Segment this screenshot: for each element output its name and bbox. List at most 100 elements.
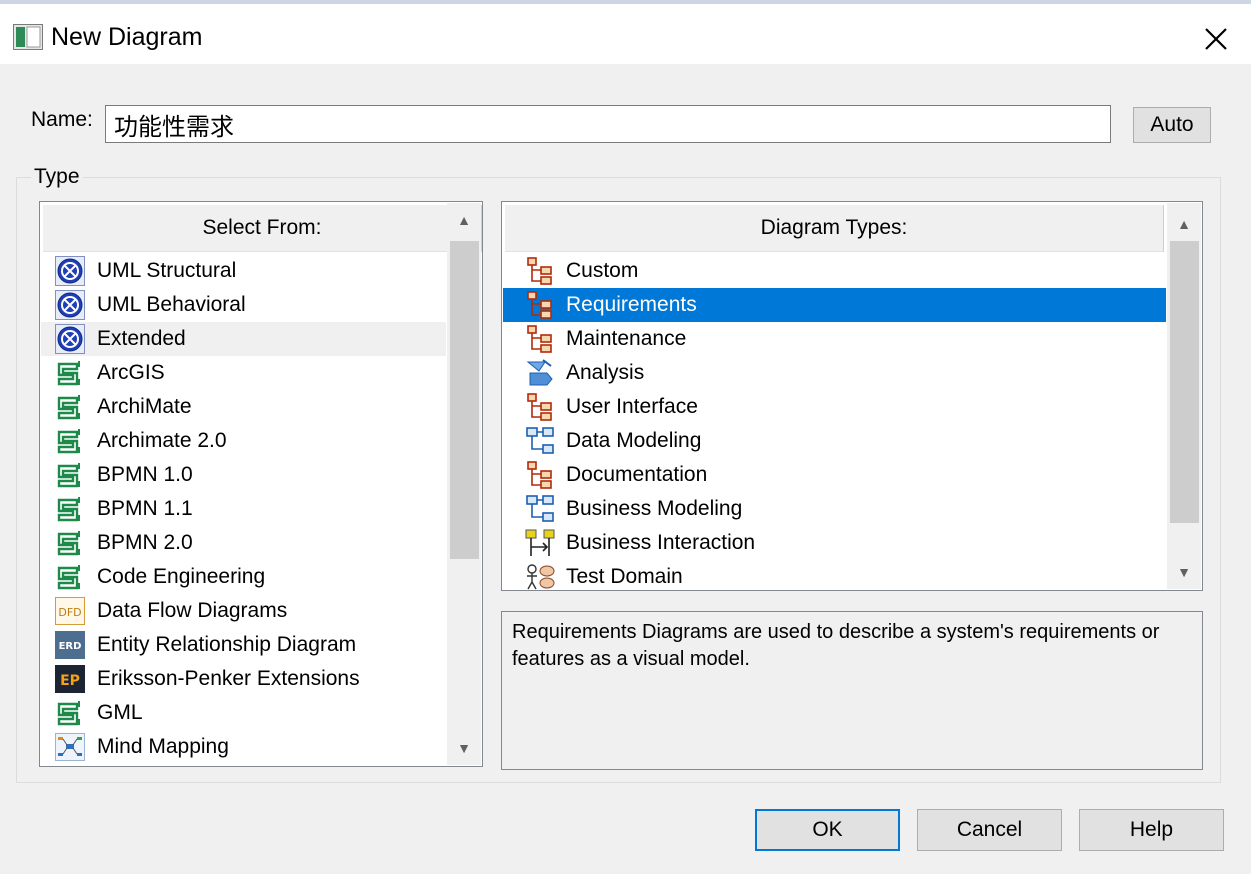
select-from-item-arcgis[interactable]: ArcGIS <box>41 356 446 390</box>
diagram-type-item-label: Business Interaction <box>566 531 756 554</box>
mdg-icon <box>55 358 85 388</box>
title-bar: New Diagram <box>0 4 1251 64</box>
select-from-item-label: UML Structural <box>97 259 237 282</box>
diagram-type-item-label: Maintenance <box>566 327 687 350</box>
select-from-item-archimate[interactable]: ArchiMate <box>41 390 446 424</box>
select-from-scrollbar[interactable]: ▲ ▼ <box>447 203 481 765</box>
description-text: Requirements Diagrams are used to descri… <box>512 621 1160 670</box>
description-box: Requirements Diagrams are used to descri… <box>501 611 1203 770</box>
diagram-type-item-custom[interactable]: Custom <box>503 254 1166 288</box>
mdg-icon <box>55 562 85 592</box>
documentation-diagram-icon <box>525 460 555 490</box>
select-from-item-code-engineering[interactable]: Code Engineering <box>41 560 446 594</box>
diagram-type-item-label: Analysis <box>566 361 645 384</box>
select-from-item-label: Code Engineering <box>97 565 266 588</box>
svg-text:ERD: ERD <box>59 641 82 652</box>
diagram-type-item-test-domain[interactable]: Test Domain <box>503 560 1166 590</box>
business-interaction-diagram-icon <box>525 528 555 558</box>
diagram-type-item-business-interaction[interactable]: Business Interaction <box>503 526 1166 560</box>
name-input[interactable] <box>105 105 1111 143</box>
select-from-item-mind-mapping[interactable]: Mind Mapping <box>41 730 446 764</box>
mdg-icon <box>55 392 85 422</box>
ok-button[interactable]: OK <box>755 809 900 851</box>
select-from-list[interactable]: Select From: UML Structural UML Behaviora… <box>39 201 483 767</box>
select-from-item-bpmn-1-0[interactable]: BPMN 1.0 <box>41 458 446 492</box>
svg-text:EP: EP <box>60 673 80 689</box>
diagram-type-item-user-interface[interactable]: User Interface <box>503 390 1166 424</box>
name-label: Name: <box>31 108 93 131</box>
select-from-item-label: GML <box>97 701 143 724</box>
window-title: New Diagram <box>51 23 203 51</box>
uml-icon <box>55 256 85 286</box>
maintenance-diagram-icon <box>525 324 555 354</box>
select-from-header[interactable]: Select From: <box>43 205 482 252</box>
diagram-type-item-label: User Interface <box>566 395 698 418</box>
mdg-icon <box>55 426 85 456</box>
mdg-icon <box>55 528 85 558</box>
diagram-type-item-requirements[interactable]: Requirements <box>503 288 1166 322</box>
business-modeling-diagram-icon <box>525 494 555 524</box>
select-from-item-label: BPMN 1.1 <box>97 497 193 520</box>
select-from-item-entity-relationship-diagram[interactable]: ERD Entity Relationship Diagram <box>41 628 446 662</box>
auto-button[interactable]: Auto <box>1133 107 1211 143</box>
dfd-icon: DFD <box>55 596 85 626</box>
test-domain-diagram-icon <box>525 562 555 590</box>
scrollbar-thumb[interactable] <box>450 241 479 559</box>
mdg-icon <box>55 494 85 524</box>
select-from-item-extended[interactable]: Extended <box>41 322 446 356</box>
svg-text:DFD: DFD <box>58 606 81 619</box>
select-from-item-label: BPMN 2.0 <box>97 531 193 554</box>
diagram-type-item-documentation[interactable]: Documentation <box>503 458 1166 492</box>
diagram-type-item-label: Documentation <box>566 463 708 486</box>
diagram-type-item-business-modeling[interactable]: Business Modeling <box>503 492 1166 526</box>
diagram-type-item-label: Custom <box>566 259 639 282</box>
diagram-types-list[interactable]: Diagram Types: Custom Requirements Mainten… <box>501 201 1203 591</box>
mdg-icon <box>55 460 85 490</box>
type-group-label: Type <box>31 165 83 189</box>
select-from-item-label: Archimate 2.0 <box>97 429 227 452</box>
select-from-item-label: BPMN 1.0 <box>97 463 193 486</box>
select-from-item-uml-behavioral[interactable]: UML Behavioral <box>41 288 446 322</box>
diagram-type-item-label: Business Modeling <box>566 497 743 520</box>
erd-icon: ERD <box>55 630 85 660</box>
diagram-type-item-analysis[interactable]: Analysis <box>503 356 1166 390</box>
scroll-up-arrow-icon[interactable]: ▲ <box>447 203 481 237</box>
select-from-item-data-flow-diagrams[interactable]: DFD Data Flow Diagrams <box>41 594 446 628</box>
select-from-item-archimate-2-0[interactable]: Archimate 2.0 <box>41 424 446 458</box>
diagram-type-item-label: Test Domain <box>566 565 683 588</box>
select-from-item-label: ArcGIS <box>97 361 165 384</box>
window-app-icon <box>13 24 43 50</box>
diagram-type-item-label: Data Modeling <box>566 429 702 452</box>
ep-icon: EP <box>55 664 85 694</box>
diagram-type-item-data-modeling[interactable]: Data Modeling <box>503 424 1166 458</box>
scrollbar-thumb[interactable] <box>1170 241 1199 523</box>
select-from-item-label: ArchiMate <box>97 395 192 418</box>
select-from-item-uml-structural[interactable]: UML Structural <box>41 254 446 288</box>
cancel-button[interactable]: Cancel <box>917 809 1062 851</box>
diagram-type-item-maintenance[interactable]: Maintenance <box>503 322 1166 356</box>
select-from-item-bpmn-2-0[interactable]: BPMN 2.0 <box>41 526 446 560</box>
close-icon[interactable] <box>1197 20 1235 58</box>
help-button[interactable]: Help <box>1079 809 1224 851</box>
scroll-down-arrow-icon[interactable]: ▼ <box>447 731 481 765</box>
select-from-item-eriksson-penker-extensions[interactable]: EP Eriksson-Penker Extensions <box>41 662 446 696</box>
data-modeling-diagram-icon <box>525 426 555 456</box>
diagram-types-scrollbar[interactable]: ▲ ▼ <box>1167 203 1201 589</box>
select-from-item-label: UML Behavioral <box>97 293 246 316</box>
user-interface-diagram-icon <box>525 392 555 422</box>
custom-diagram-icon <box>525 256 555 286</box>
select-from-item-label: Entity Relationship Diagram <box>97 633 357 656</box>
diagram-types-header[interactable]: Diagram Types: <box>505 205 1164 252</box>
uml-icon <box>55 290 85 320</box>
scroll-down-arrow-icon[interactable]: ▼ <box>1167 555 1201 589</box>
analysis-diagram-icon <box>525 358 555 388</box>
diagram-type-item-label: Requirements <box>566 293 697 316</box>
select-from-item-label: Extended <box>97 327 186 350</box>
mindmap-icon <box>55 732 85 762</box>
select-from-item-label: Eriksson-Penker Extensions <box>97 667 360 690</box>
select-from-item-bpmn-1-1[interactable]: BPMN 1.1 <box>41 492 446 526</box>
select-from-item-gml[interactable]: GML <box>41 696 446 730</box>
select-from-item-label: Mind Mapping <box>97 735 229 758</box>
scroll-up-arrow-icon[interactable]: ▲ <box>1167 207 1201 241</box>
select-from-item-label: Data Flow Diagrams <box>97 599 288 622</box>
